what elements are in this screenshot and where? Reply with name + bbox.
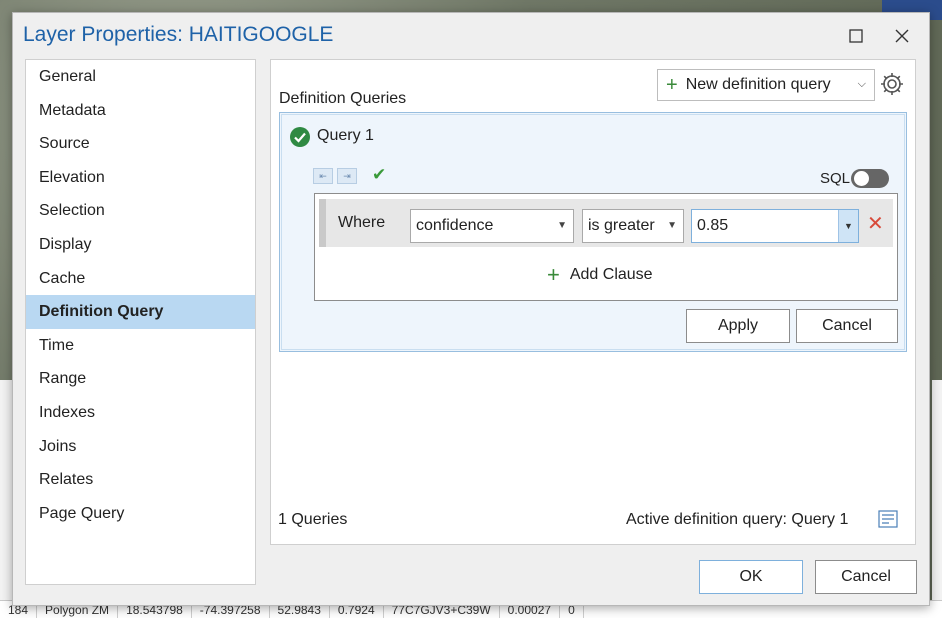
- valid-check-icon[interactable]: ✔: [372, 165, 386, 185]
- add-clause-button[interactable]: + Add Clause: [547, 264, 653, 286]
- value-input[interactable]: 0.85 ▼: [691, 209, 859, 243]
- nav-item-joins[interactable]: Joins: [26, 430, 255, 464]
- cancel-button[interactable]: Cancel: [815, 560, 917, 594]
- panel-heading: Definition Queries: [279, 90, 407, 107]
- clause-builder: Where confidence ▼ is greater ▼ 0.85 ▼ ✕: [314, 193, 898, 301]
- operator-select[interactable]: is greater ▼: [582, 209, 684, 243]
- outdent-icon[interactable]: ⇤: [313, 168, 333, 184]
- plus-icon: +: [666, 74, 678, 96]
- nav-item-time[interactable]: Time: [26, 329, 255, 363]
- nav-item-definition-query[interactable]: Definition Query: [26, 295, 255, 329]
- nav-item-cache[interactable]: Cache: [26, 262, 255, 296]
- background-panel-right: [932, 380, 942, 605]
- dialog-title: Layer Properties: HAITIGOOGLE: [23, 23, 334, 46]
- query-name: Query 1: [317, 127, 374, 144]
- check-circle-icon: [290, 127, 310, 147]
- operator-value: is greater: [588, 217, 655, 234]
- gear-icon[interactable]: [879, 71, 905, 97]
- maximize-button[interactable]: [839, 21, 873, 51]
- field-value: confidence: [416, 217, 494, 234]
- indent-icon[interactable]: ⇥: [337, 168, 357, 184]
- indent-controls: ⇤ ⇥: [313, 168, 357, 184]
- definition-query-panel: Definition Queries + New definition quer…: [270, 59, 916, 545]
- plus-icon: +: [547, 262, 560, 287]
- property-page-list: General Metadata Source Elevation Select…: [25, 59, 256, 585]
- ok-button[interactable]: OK: [699, 560, 803, 594]
- new-definition-query-button[interactable]: + New definition query ⌵: [657, 69, 875, 101]
- sql-label: SQL: [820, 170, 851, 187]
- add-clause-label: Add Clause: [569, 266, 653, 283]
- query-list-icon[interactable]: [877, 508, 899, 530]
- layer-properties-dialog: Layer Properties: HAITIGOOGLE General Me…: [12, 12, 930, 606]
- close-icon: [895, 29, 909, 43]
- nav-item-display[interactable]: Display: [26, 228, 255, 262]
- nav-item-range[interactable]: Range: [26, 362, 255, 396]
- nav-item-source[interactable]: Source: [26, 127, 255, 161]
- nav-item-indexes[interactable]: Indexes: [26, 396, 255, 430]
- nav-item-general[interactable]: General: [26, 60, 255, 94]
- chevron-down-icon: ▼: [557, 220, 567, 231]
- remove-clause-icon[interactable]: ✕: [867, 211, 884, 236]
- sql-toggle-knob: [854, 171, 869, 186]
- where-label: Where: [338, 214, 386, 231]
- nav-item-elevation[interactable]: Elevation: [26, 161, 255, 195]
- background-panel-left: [0, 380, 12, 605]
- nav-item-relates[interactable]: Relates: [26, 463, 255, 497]
- apply-button[interactable]: Apply: [686, 309, 790, 343]
- queries-count: 1 Queries: [278, 511, 348, 528]
- close-button[interactable]: [885, 21, 919, 51]
- nav-item-page-query[interactable]: Page Query: [26, 497, 255, 531]
- new-query-label: New definition query: [685, 76, 831, 93]
- sql-toggle[interactable]: [851, 169, 889, 188]
- value-dropdown-button[interactable]: ▼: [838, 210, 858, 242]
- query-card[interactable]: Query 1 ⇤ ⇥ ✔ SQL Where confidence ▼ is: [279, 112, 907, 352]
- clause-row[interactable]: Where confidence ▼ is greater ▼ 0.85 ▼ ✕: [319, 199, 893, 247]
- chevron-down-icon: ⌵: [857, 78, 866, 90]
- nav-item-selection[interactable]: Selection: [26, 194, 255, 228]
- value-text: 0.85: [697, 217, 729, 234]
- square-icon: [849, 29, 863, 43]
- nav-item-metadata[interactable]: Metadata: [26, 94, 255, 128]
- active-query-label: Active definition query: Query 1: [626, 511, 849, 528]
- cancel-query-button[interactable]: Cancel: [796, 309, 898, 343]
- field-select[interactable]: confidence ▼: [410, 209, 574, 243]
- chevron-down-icon: ▼: [667, 220, 677, 231]
